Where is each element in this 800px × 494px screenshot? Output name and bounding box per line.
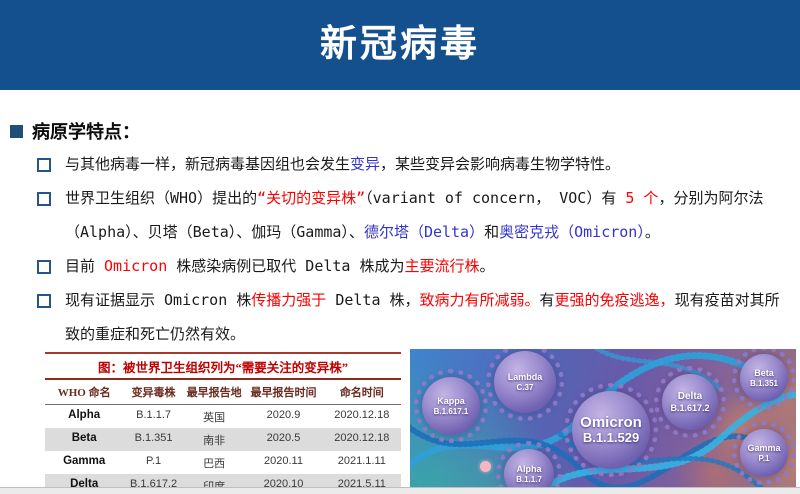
bullet-text: 世界卫生组织（WHO）提出的“关切的变异株”（variant of concer… xyxy=(65,181,785,249)
bullet-list: 与其他病毒一样，新冠病毒基因组也会发生变异，某些变异会影响病毒生物学特性。 世界… xyxy=(37,147,785,351)
table-cell: 南非 xyxy=(184,428,245,451)
square-bullet-icon xyxy=(10,125,23,138)
table-cell: Beta xyxy=(45,428,123,451)
decorative-dot xyxy=(480,461,491,472)
text-segment: 传播力强于 xyxy=(251,291,326,309)
table-cell: B.1.351 xyxy=(123,428,184,451)
slide-title: 新冠病毒 xyxy=(320,13,480,77)
text-segment: 目前 xyxy=(65,257,104,275)
checkbox-bullet-icon xyxy=(37,294,51,308)
text-segment: 株感染病例已取代 Delta 株成为 xyxy=(167,257,404,275)
virus-alpha: Alpha B.1.1.7 xyxy=(504,449,554,487)
virus-lineage-label: B.1.1.7 xyxy=(516,475,542,484)
table-cell: 2020.5 xyxy=(244,428,322,451)
table-header-cell: 变异毒株 xyxy=(123,380,184,404)
virus-lineage-label: B.1.617.1 xyxy=(434,407,469,416)
virus-delta: Delta B.1.617.2 xyxy=(662,374,718,430)
checkbox-bullet-icon xyxy=(37,158,51,172)
text-segment: “关切的变异株” xyxy=(257,189,365,207)
section-title: 病原学特点： xyxy=(32,118,140,144)
text-segment: 更强的免疫逃逸， xyxy=(555,291,675,309)
table-cell: Alpha xyxy=(45,405,123,428)
virus-lineage-label: B.1.617.2 xyxy=(670,403,709,413)
table-cell: 英国 xyxy=(184,405,245,428)
table-cell: Gamma xyxy=(45,451,123,474)
virus-variants-image: Kappa B.1.617.1 Lambda C.37 Alpha B.1.1.… xyxy=(410,349,796,487)
table-header-cell: 最早报告地 xyxy=(184,380,245,404)
table-row: AlphaB.1.1.7英国2020.92020.12.18 xyxy=(45,405,401,428)
bullet-item: 现有证据显示 Omicron 株传播力强于 Delta 株，致病力有所减弱。有更… xyxy=(37,283,785,351)
section-heading: 病原学特点： xyxy=(10,118,140,144)
table-cell: 2020.12.18 xyxy=(323,428,401,451)
text-segment: （variant of concern， VOC）有 xyxy=(365,189,625,207)
virus-gamma: Gamma P.1 xyxy=(740,429,788,477)
table-header-cell: WHO 命名 xyxy=(45,380,123,404)
bullet-text: 与其他病毒一样，新冠病毒基因组也会发生变异，某些变异会影响病毒生物学特性。 xyxy=(65,147,785,181)
bullet-text: 现有证据显示 Omicron 株传播力强于 Delta 株，致病力有所减弱。有更… xyxy=(65,283,785,351)
table-cell: 2021.1.11 xyxy=(323,451,401,474)
virus-lineage-label: B.1.1.529 xyxy=(583,431,639,446)
bullet-item: 世界卫生组织（WHO）提出的“关切的变异株”（variant of concer… xyxy=(37,181,785,249)
slide-title-bar: 新冠病毒 xyxy=(0,0,800,90)
virus-lambda: Lambda C.37 xyxy=(494,351,556,413)
table-title: 图：被世界卫生组织列为“需要关注的变异株” xyxy=(45,354,401,380)
text-segment: 主要流行株 xyxy=(405,257,480,275)
virus-lineage-label: B.1.351 xyxy=(750,379,778,388)
table-header-cell: 最早报告时间 xyxy=(244,380,322,404)
table-row: GammaP.1巴西2020.112021.1.11 xyxy=(45,451,401,474)
text-segment: 现有证据显示 Omicron 株 xyxy=(65,291,251,309)
table-cell: 2020.9 xyxy=(244,405,322,428)
bullet-text: 目前 Omicron 株感染病例已取代 Delta 株成为主要流行株。 xyxy=(65,249,785,283)
text-segment: 。 xyxy=(480,257,495,275)
text-segment: Delta 株， xyxy=(326,291,419,309)
text-segment: 与其他病毒一样，新冠病毒基因组也会发生 xyxy=(65,155,350,173)
checkbox-bullet-icon xyxy=(37,192,51,206)
virus-kappa: Kappa B.1.617.1 xyxy=(422,377,480,435)
bullet-item: 与其他病毒一样，新冠病毒基因组也会发生变异，某些变异会影响病毒生物学特性。 xyxy=(37,147,785,181)
text-segment: 致病力有所减弱。 xyxy=(420,291,540,309)
table-cell: 巴西 xyxy=(184,451,245,474)
table-cell: 2020.12.18 xyxy=(323,405,401,428)
table-row: BetaB.1.351南非2020.52020.12.18 xyxy=(45,428,401,451)
text-segment: 有 xyxy=(540,291,555,309)
table-body: AlphaB.1.1.7英国2020.92020.12.18BetaB.1.35… xyxy=(45,405,401,494)
virus-label: Beta xyxy=(754,368,774,378)
table-cell: P.1 xyxy=(123,451,184,474)
table-header-row: WHO 命名变异毒株最早报告地最早报告时间命名时间 xyxy=(45,380,401,405)
table-cell: 2020.11 xyxy=(244,451,322,474)
text-segment: 和 xyxy=(484,223,499,241)
virus-omicron: Omicron B.1.1.529 xyxy=(572,391,650,469)
bullet-item: 目前 Omicron 株感染病例已取代 Delta 株成为主要流行株。 xyxy=(37,249,785,283)
virus-label: Alpha xyxy=(516,464,541,474)
text-segment: Omicron xyxy=(104,257,167,275)
virus-label: Gamma xyxy=(747,443,780,453)
variant-table: 图：被世界卫生组织列为“需要关注的变异株” WHO 命名变异毒株最早报告地最早报… xyxy=(45,352,401,494)
table-header-cell: 命名时间 xyxy=(323,380,401,404)
virus-label: Delta xyxy=(678,391,702,403)
virus-label: Lambda xyxy=(508,372,543,382)
text-segment: 变异 xyxy=(350,155,380,173)
text-segment: 世界卫生组织（WHO）提出的 xyxy=(65,189,257,207)
text-segment: 。 xyxy=(645,223,660,241)
text-segment: ，某些变异会影响病毒生物学特性。 xyxy=(380,155,620,173)
text-segment: 德尔塔（Delta） xyxy=(364,223,484,241)
presentation-slide: 新冠病毒 病原学特点： 与其他病毒一样，新冠病毒基因组也会发生变异，某些变异会影… xyxy=(0,0,800,494)
virus-lineage-label: P.1 xyxy=(759,454,770,463)
table-cell: B.1.1.7 xyxy=(123,405,184,428)
text-segment: 奥密克戎（Omicron） xyxy=(499,223,645,241)
slide-bottom-edge xyxy=(0,487,800,494)
virus-label: Kappa xyxy=(437,396,465,406)
checkbox-bullet-icon xyxy=(37,260,51,274)
virus-lineage-label: C.37 xyxy=(517,383,534,392)
virus-label: Omicron xyxy=(580,414,642,431)
virus-beta: Beta B.1.351 xyxy=(740,354,788,402)
text-segment: 5 个 xyxy=(625,189,658,207)
